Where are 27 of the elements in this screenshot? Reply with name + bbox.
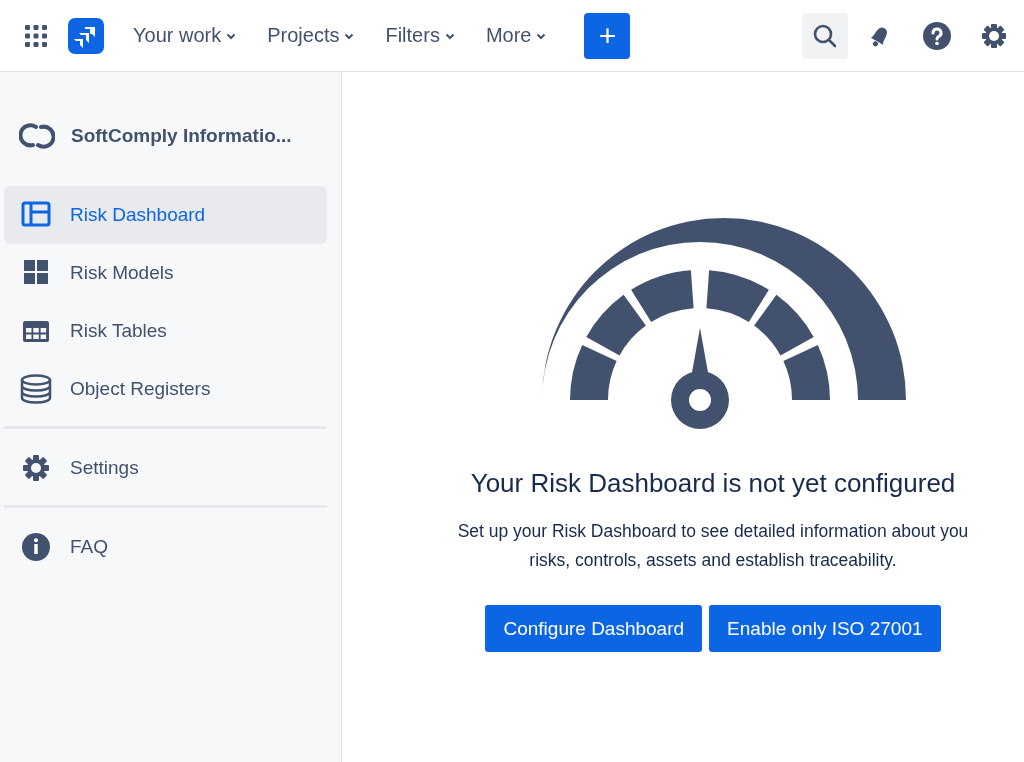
project-name: SoftComply Informatio...	[71, 125, 292, 147]
sidebar-item[interactable]: Risk Dashboard	[4, 186, 327, 244]
primary-button[interactable]: Configure Dashboard	[485, 605, 703, 652]
description-line: risks, controls, assets and establish traceability.	[529, 550, 897, 571]
nav-menu[interactable]: More	[475, 24, 558, 47]
description-line: Set up your Risk Dashboard to see detailed information about you	[457, 521, 969, 542]
help-icon[interactable]	[922, 20, 952, 51]
info-icon	[20, 531, 52, 563]
settings-icon[interactable]	[980, 21, 1008, 50]
nav-menu[interactable]: Projects	[257, 24, 366, 47]
sidebar-item[interactable]: Risk Tables	[4, 302, 327, 360]
sidebar-item[interactable]: FAQ	[4, 518, 327, 576]
sidebar-item[interactable]: Settings	[4, 439, 327, 497]
link-logo-icon	[19, 122, 55, 150]
sidebar-item[interactable]: Object Registers	[4, 360, 327, 418]
app-switcher-icon[interactable]	[24, 23, 48, 48]
nav-menu[interactable]: Your work	[123, 24, 248, 47]
gear-icon	[20, 452, 52, 484]
search-icon	[812, 22, 838, 49]
primary-button[interactable]: Enable only ISO 27001	[709, 605, 941, 652]
nav-menu[interactable]: Filters	[375, 24, 466, 47]
sidebar-item[interactable]: Risk Models	[4, 244, 327, 302]
empty-state-title: Your Risk Dashboard is not yet configured	[470, 468, 956, 499]
create-button[interactable]: +	[584, 12, 631, 59]
logo-icon[interactable]	[68, 17, 104, 54]
database-icon	[20, 373, 52, 405]
search-button[interactable]	[802, 12, 848, 59]
